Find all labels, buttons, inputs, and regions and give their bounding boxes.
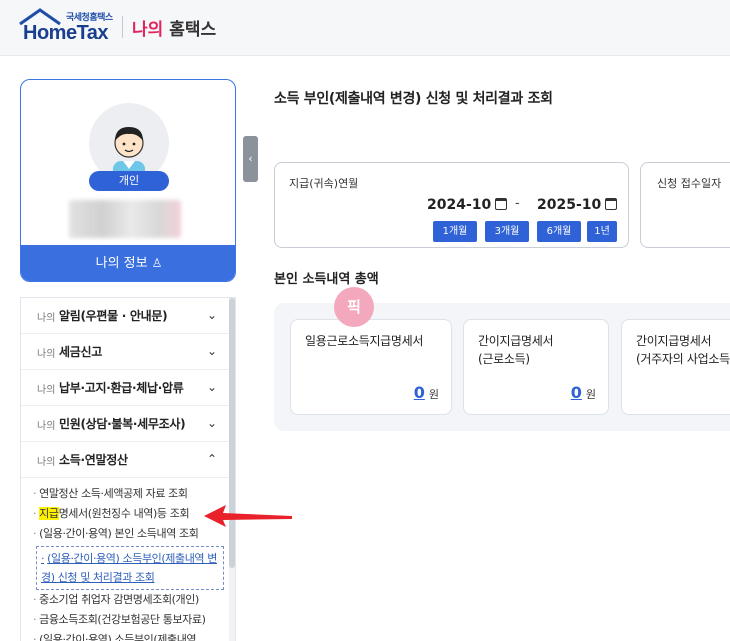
menu-label: 세금신고 — [59, 345, 102, 359]
chevron-down-icon: ⌄ — [206, 416, 217, 430]
menu-prefix: 나의 — [37, 349, 56, 360]
menu-prefix: 나의 — [37, 457, 56, 468]
menu-item-payment[interactable]: 나의 납부·고지·환급·체납·압류 ⌄ — [21, 370, 229, 406]
profile-card: 개인 나의 정보 ♙ — [20, 79, 236, 282]
chevron-up-icon: ⌃ — [206, 452, 217, 466]
submenu-sme-reduction[interactable]: 중소기업 취업자 감면명세조회(개인) — [33, 590, 199, 610]
card-title: 일용근로소득지급명세서 — [305, 334, 424, 348]
menu-item-income-settlement[interactable]: 나의 소득·연말정산 ⌃ — [21, 442, 229, 478]
highlighted-word: 지급 — [39, 507, 59, 520]
menu-label: 알림(우편물 · 안내문) — [59, 309, 168, 323]
menu-prefix: 나의 — [37, 385, 56, 396]
my-hometax-title[interactable]: 나의 홈택스 — [132, 15, 216, 40]
menu-item-notice[interactable]: 나의 알림(우편물 · 안내문) ⌄ — [21, 298, 229, 334]
card-value: 0원 — [413, 383, 439, 402]
my-title-rest: 홈택스 — [169, 20, 217, 40]
card-amount[interactable]: 0 — [414, 383, 425, 402]
pick-stamp-badge: 픽 — [334, 287, 374, 327]
calendar-icon[interactable] — [605, 198, 618, 210]
my-title-red: 나의 — [132, 20, 164, 40]
menu-prefix: 나의 — [37, 313, 56, 324]
menu-label: 납부·고지·환급·체납·압류 — [59, 381, 184, 395]
summary-card-simple-labor[interactable]: 간이지급명세서 (근로소득) 0원 — [463, 319, 609, 415]
blurred-user-name — [69, 200, 181, 238]
card-amount[interactable]: 0 — [571, 383, 582, 402]
date-separator: - — [515, 196, 520, 211]
date-from-field[interactable]: 2024-10 — [427, 197, 508, 213]
my-info-label: 나의 정보 — [95, 256, 148, 271]
chevron-down-icon: ⌄ — [206, 380, 217, 394]
period-1year-button[interactable]: 1년 — [587, 221, 617, 242]
logo-english-text: HomeTax — [23, 22, 109, 44]
submenu-financial-income[interactable]: 금융소득조회(건강보험공단 통보자료) — [33, 610, 206, 630]
page-title: 소득 부인(제출내역 변경) 신청 및 처리결과 조회 — [274, 91, 553, 107]
period-6month-button[interactable]: 6개월 — [537, 221, 581, 242]
submenu-income-denial-current[interactable]: (일용·간이·용역) 소득부인(제출내역 변경) 신청 및 처리결과 조회 — [36, 546, 224, 590]
summary-card-daily-labor[interactable]: 일용근로소득지급명세서 0원 — [290, 319, 452, 415]
card-title: 간이지급명세서 (거주자의 사업소득) — [636, 334, 730, 366]
menu-prefix: 나의 — [37, 421, 56, 432]
period-3month-button[interactable]: 3개월 — [485, 221, 529, 242]
menu-label: 민원(상담·불복·세무조사) — [59, 417, 186, 431]
side-menu: 나의 알림(우편물 · 안내문) ⌄ 나의 세금신고 ⌄ 나의 납부·고지·환급… — [20, 297, 236, 641]
hometax-logo[interactable]: 국세청홈택스 HomeTax — [18, 8, 126, 48]
calendar-icon[interactable] — [495, 198, 508, 210]
period-1month-button[interactable]: 1개월 — [433, 221, 477, 242]
submenu-label: 명세서(원천징수 내역)등 조회 — [58, 507, 190, 520]
side-menu-scrollbar[interactable] — [229, 298, 235, 641]
card-title: 간이지급명세서 (근로소득) — [478, 334, 554, 366]
receipt-date-filter-box: 신청 접수일자 — [640, 162, 730, 248]
submenu-own-income-history[interactable]: (일용·간이·용역) 본인 소득내역 조회 — [33, 524, 199, 544]
menu-item-civil-petition[interactable]: 나의 민원(상담·불복·세무조사) ⌄ — [21, 406, 229, 442]
submenu-income-denial-other[interactable]: (일용·간이·용역) 소득부인(제출내역 — [33, 630, 196, 641]
header-divider — [122, 16, 123, 38]
sidebar-collapse-button[interactable]: ‹ — [243, 136, 258, 182]
person-icon: ♙ — [151, 256, 163, 270]
chevron-down-icon: ⌄ — [206, 344, 217, 358]
red-arrow-annotation — [204, 505, 292, 527]
section-title: 본인 소득내역 총액 — [274, 272, 379, 287]
top-header: 국세청홈택스 HomeTax 나의 홈택스 — [0, 0, 730, 56]
my-info-button[interactable]: 나의 정보 ♙ — [21, 245, 235, 281]
submenu-year-end-deduction[interactable]: 연말정산 소득·세액공제 자료 조회 — [33, 484, 188, 504]
submenu-payment-statement[interactable]: 지급명세서(원천징수 내역)등 조회 — [33, 504, 190, 524]
user-type-badge: 개인 — [89, 171, 169, 191]
summary-card-simple-business[interactable]: 간이지급명세서 (거주자의 사업소득) — [621, 319, 730, 415]
menu-item-tax-report[interactable]: 나의 세금신고 ⌄ — [21, 334, 229, 370]
period-filter-box: 지급(귀속)연월 2024-10 - 2025-10 1개월 3개월 6개월 1… — [274, 162, 629, 248]
period-label: 지급(귀속)연월 — [289, 177, 359, 190]
receipt-date-label: 신청 접수일자 — [657, 177, 722, 190]
date-to-value: 2025-10 — [537, 197, 602, 213]
chevron-down-icon: ⌄ — [206, 308, 217, 322]
date-to-field[interactable]: 2025-10 — [537, 197, 618, 213]
chevron-left-icon: ‹ — [248, 152, 253, 165]
menu-label: 소득·연말정산 — [59, 453, 128, 467]
card-value: 0원 — [570, 383, 596, 402]
date-from-value: 2024-10 — [427, 197, 492, 213]
